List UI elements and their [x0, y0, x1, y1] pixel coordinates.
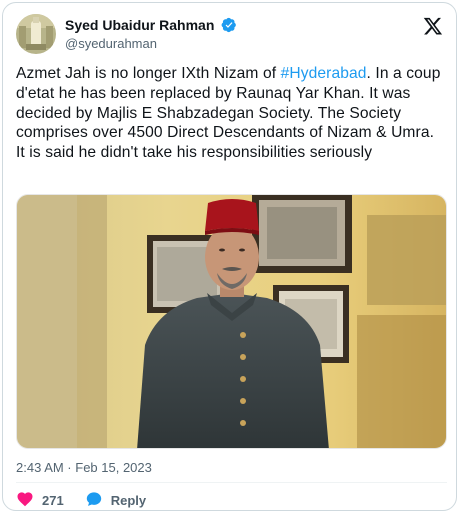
- avatar[interactable]: [16, 14, 56, 54]
- like-count: 271: [42, 492, 64, 508]
- divider: [16, 482, 447, 483]
- author-name-row[interactable]: Syed Ubaidur Rahman: [65, 17, 237, 36]
- author-name[interactable]: Syed Ubaidur Rahman: [65, 17, 214, 33]
- x-logo-icon[interactable]: [423, 16, 443, 36]
- speech-bubble-icon: [85, 490, 103, 511]
- reply-label: Reply: [110, 492, 147, 508]
- tweet-card: Syed Ubaidur Rahman @syedurahman Azmet J…: [2, 2, 457, 511]
- reply-button[interactable]: Reply: [85, 490, 146, 511]
- verified-badge-icon: [221, 17, 237, 36]
- heart-icon: [16, 490, 34, 511]
- author-handle[interactable]: @syedurahman: [65, 36, 157, 51]
- tweet-photo[interactable]: [16, 194, 447, 449]
- tweet-text-start: Azmet Jah is no longer IXth Nizam of: [16, 65, 281, 82]
- tweet-actions: 271 Reply: [16, 490, 146, 510]
- tweet-text: Azmet Jah is no longer IXth Nizam of #Hy…: [16, 64, 446, 163]
- hashtag-link[interactable]: #Hyderabad: [281, 65, 367, 82]
- tweet-timestamp[interactable]: 2:43 AM · Feb 15, 2023: [16, 460, 152, 475]
- like-button[interactable]: 271: [16, 490, 64, 511]
